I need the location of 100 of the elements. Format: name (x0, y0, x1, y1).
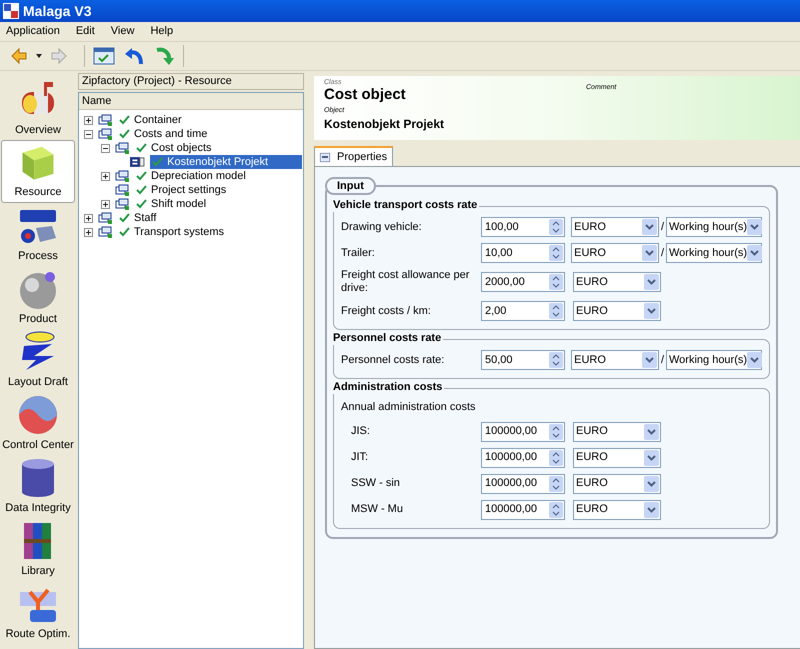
chevron-down-icon (644, 450, 659, 466)
nav-item[interactable]: Product (1, 266, 75, 329)
column-header[interactable]: Name (79, 93, 303, 110)
app-icon (3, 3, 19, 19)
dropdown[interactable]: EURO (573, 500, 661, 520)
spinner-icon[interactable] (549, 219, 563, 235)
collapse-toggle[interactable] (101, 144, 110, 152)
chevron-down-icon (642, 219, 658, 235)
expand-toggle[interactable] (101, 172, 110, 180)
expand-toggle[interactable] (101, 200, 110, 208)
dropdown[interactable]: EURO (571, 243, 660, 263)
window-title: Malaga V3 (23, 2, 92, 21)
tree-item[interactable]: Transport systems (117, 225, 226, 239)
folder-icon (115, 142, 129, 154)
window-check-icon[interactable] (93, 47, 115, 65)
group-title: Personnel costs rate (333, 332, 444, 345)
nav-item[interactable]: Data Integrity (1, 455, 75, 518)
check-icon (136, 199, 147, 209)
group-title: Vehicle transport costs rate (333, 199, 480, 212)
field-label: JIT: (350, 451, 370, 464)
subtitle: Annual administration costs (341, 400, 477, 415)
dropdown[interactable]: Working hour(s) (666, 350, 762, 370)
number-field[interactable]: 100000,00 (481, 448, 565, 468)
number-field[interactable]: 2,00 (481, 301, 565, 321)
nav-item[interactable]: Control Center (1, 392, 75, 455)
panel-title: Zipfactory (Project) - Resource (78, 73, 304, 90)
separator: / (660, 246, 666, 261)
dropdown[interactable]: Working hour(s) (666, 217, 762, 237)
nav-item[interactable]: Route Optim. (1, 581, 75, 644)
menu-item[interactable]: Edit (76, 23, 95, 40)
chevron-down-icon (644, 502, 659, 518)
nav-item[interactable]: Overview (1, 77, 75, 140)
tree-item[interactable]: Shift model (134, 197, 208, 211)
tree-item[interactable]: Depreciation model (134, 169, 248, 183)
caret-icon[interactable] (36, 54, 42, 58)
chevron-down-icon (747, 352, 762, 368)
back-arrow-icon[interactable] (10, 47, 28, 65)
nav-item[interactable]: Resource (1, 140, 75, 203)
field-label: JIS: (350, 425, 371, 438)
dropdown[interactable]: EURO (573, 448, 661, 468)
number-field[interactable]: 100000,00 (481, 422, 565, 442)
tree-item[interactable]: Project settings (134, 183, 228, 197)
dropdown[interactable]: Working hour(s) (666, 243, 762, 263)
nav-item[interactable]: Library (1, 518, 75, 581)
collapse-toggle[interactable] (84, 130, 93, 138)
folder-icon (98, 226, 112, 238)
chevron-down-icon (644, 476, 659, 492)
spinner-icon[interactable] (549, 352, 563, 368)
spinner-icon[interactable] (549, 424, 563, 440)
chevron-down-icon (644, 303, 659, 319)
spinner-icon[interactable] (549, 450, 563, 466)
dropdown[interactable]: EURO (573, 474, 661, 494)
number-field[interactable]: 100000,00 (481, 474, 565, 494)
class-name: Cost object (324, 87, 407, 103)
dropdown[interactable]: EURO (571, 217, 660, 237)
separator: / (660, 220, 666, 235)
chevron-down-icon (747, 245, 762, 261)
number-field[interactable]: 100,00 (481, 217, 565, 237)
undo-icon[interactable] (123, 46, 145, 66)
number-field[interactable]: 2000,00 (481, 272, 565, 292)
dropdown[interactable]: EURO (573, 301, 661, 321)
check-icon (119, 115, 130, 125)
spinner-icon[interactable] (549, 502, 563, 518)
tab[interactable]: Properties (314, 146, 394, 166)
spinner-icon[interactable] (549, 476, 563, 492)
menu-item[interactable]: Application (6, 23, 60, 40)
spinner-icon[interactable] (549, 303, 563, 319)
chevron-down-icon (644, 424, 659, 440)
chevron-down-icon (747, 219, 762, 235)
number-field[interactable]: 10,00 (481, 243, 565, 263)
nav-item[interactable]: Process (1, 203, 75, 266)
field-label: Trailer: (341, 246, 376, 260)
tree-item[interactable]: Cost objects (134, 141, 214, 155)
tree-item[interactable]: Costs and time (117, 127, 210, 141)
spinner-icon[interactable] (549, 245, 563, 261)
group-title: Administration costs (333, 381, 444, 394)
folder-icon (98, 114, 112, 126)
dropdown[interactable]: EURO (573, 422, 661, 442)
check-icon (119, 129, 130, 139)
separator: / (660, 352, 666, 368)
tree-item[interactable]: Kostenobjekt Projekt (150, 155, 302, 169)
menu-item[interactable]: View (110, 23, 134, 40)
expand-toggle[interactable] (84, 228, 93, 236)
expand-toggle[interactable] (84, 214, 93, 222)
folder-icon (115, 170, 129, 182)
check-icon (136, 185, 147, 195)
nav-item[interactable]: Layout Draft (1, 329, 75, 392)
tree-item[interactable]: Staff (117, 211, 158, 225)
expand-toggle[interactable] (84, 116, 93, 124)
number-field[interactable]: 50,00 (481, 350, 565, 370)
tree-item[interactable]: Container (117, 113, 184, 127)
spinner-icon[interactable] (549, 274, 563, 290)
folder-icon (115, 184, 129, 196)
dropdown[interactable]: EURO (573, 272, 661, 292)
dropdown[interactable]: EURO (571, 350, 660, 370)
number-field[interactable]: 100000,00 (481, 500, 565, 520)
field-label: MSW - Mu (350, 503, 404, 516)
check-icon (119, 227, 130, 237)
menu-item[interactable]: Help (150, 23, 174, 40)
field-label: SSW - sin (350, 477, 401, 490)
